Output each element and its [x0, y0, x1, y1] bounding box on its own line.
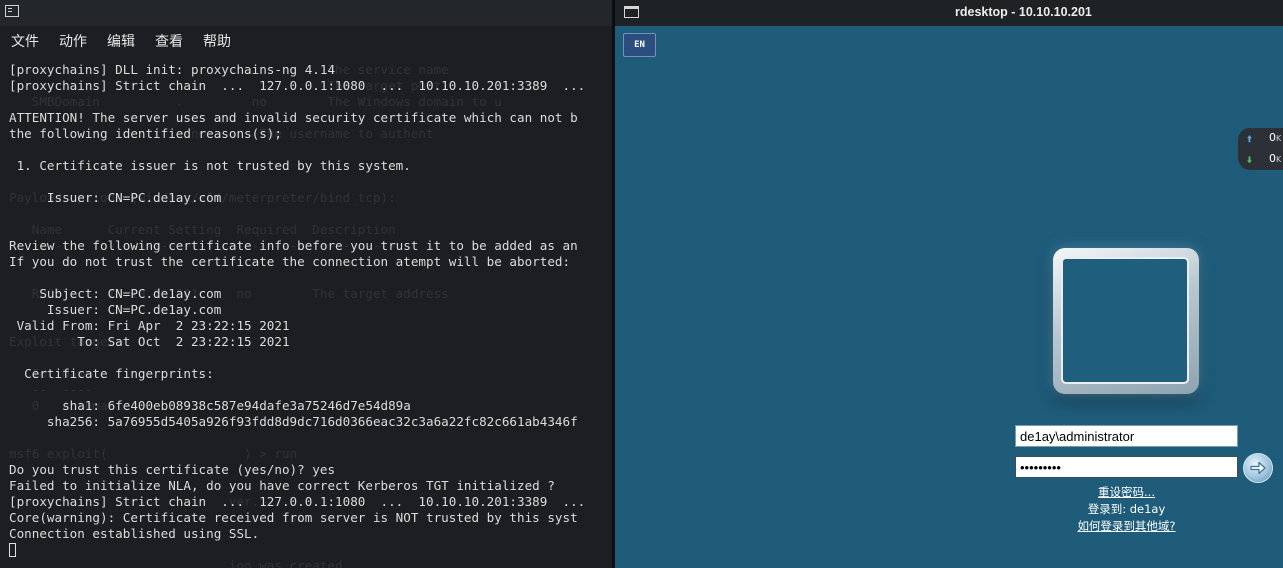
menu-edit[interactable]: 编辑	[107, 31, 135, 51]
net-down-unit: K	[1276, 155, 1282, 164]
terminal-line: Core(warning): Certificate received from…	[9, 510, 578, 525]
terminal-line: Certificate fingerprints:	[9, 366, 214, 381]
terminal-line: Do you trust this certificate (yes/no)? …	[9, 462, 336, 477]
terminal-line: ATTENTION! The server uses and invalid s…	[9, 110, 578, 125]
terminal-output: [proxychains] DLL init: proxychains-ng 4…	[9, 62, 585, 542]
terminal-line: If you do not trust the certificate the …	[9, 254, 571, 269]
terminal-titlebar	[0, 0, 612, 26]
arrow-down-icon: 🠫	[1247, 156, 1252, 166]
reset-password-link[interactable]: 重设密码...	[1015, 484, 1238, 500]
terminal-line: the following identified reasons(s);	[9, 126, 282, 141]
login-submit-button[interactable]	[1243, 453, 1273, 483]
net-up-unit: K	[1276, 134, 1282, 143]
arrow-right-icon	[1250, 461, 1266, 475]
user-avatar-frame	[1053, 248, 1199, 394]
net-up-row: 🠩 0K	[1238, 131, 1283, 147]
terminal-line: sha1: 6fe400eb08938c587e94dafe3a75246d7e…	[9, 398, 411, 413]
username-field[interactable]	[1015, 425, 1238, 447]
terminal-line: Connection established using SSL.	[9, 526, 260, 541]
terminal-line: To: Sat Oct 2 23:22:15 2021	[9, 334, 290, 349]
window-icon	[624, 6, 639, 18]
arrow-up-icon: 🠩	[1247, 135, 1252, 145]
terminal-line: Review the following certificate info be…	[9, 238, 578, 253]
terminal-line: [proxychains] Strict chain ... 127.0.0.1…	[9, 78, 586, 93]
menu-file[interactable]: 文件	[11, 31, 39, 51]
terminal-icon	[5, 5, 19, 17]
login-domain-label: 登录到: de1ay	[1087, 502, 1166, 516]
user-avatar	[1061, 257, 1189, 384]
terminal-line: Failed to initialize NLA, do you have co…	[9, 478, 555, 493]
password-field[interactable]	[1015, 456, 1238, 478]
rdesktop-title: rdesktop - 10.10.10.201	[955, 5, 1092, 19]
terminal-ghost-line	[9, 542, 502, 558]
terminal-line: Issuer: CN=PC.de1ay.com	[9, 302, 222, 317]
net-down-value: 0	[1269, 152, 1276, 165]
menu-view[interactable]: 查看	[155, 31, 183, 51]
terminal-menubar: 文件 动作 编辑 查看 帮助	[0, 26, 612, 54]
terminal-window: 文件 动作 编辑 查看 帮助 The service name The targ…	[0, 0, 612, 568]
terminal-line: [proxychains] Strict chain ... 127.0.0.1…	[9, 494, 586, 509]
rdesktop-window: rdesktop - 10.10.10.201 EN 🠩 0K 🠫 0K 重设密…	[615, 0, 1283, 568]
rdesktop-titlebar: rdesktop - 10.10.10.201	[615, 0, 1283, 26]
menu-help[interactable]: 帮助	[203, 31, 231, 51]
other-domain-link[interactable]: 如何登录到其他域?	[1015, 518, 1238, 534]
net-up-value: 0	[1269, 131, 1276, 144]
net-down-row: 🠫 0K	[1238, 152, 1283, 168]
terminal-cursor[interactable]	[9, 543, 16, 557]
terminal-line: [proxychains] DLL init: proxychains-ng 4…	[9, 62, 336, 77]
language-button[interactable]: EN	[623, 33, 656, 57]
terminal-line: Subject: CN=PC.de1ay.com	[9, 286, 222, 301]
terminal-line: Valid From: Fri Apr 2 23:22:15 2021	[9, 318, 290, 333]
terminal-ghost-line: ion was created.	[9, 558, 351, 568]
network-speed-widget: 🠩 0K 🠫 0K	[1238, 128, 1283, 170]
terminal-line: 1. Certificate issuer is not trusted by …	[9, 158, 411, 173]
menu-action[interactable]: 动作	[59, 31, 87, 51]
terminal-line: Issuer: CN=PC.de1ay.com	[9, 190, 222, 205]
terminal-line: sha256: 5a76955d5405a926f93fdd8d9dc716d0…	[9, 414, 578, 429]
